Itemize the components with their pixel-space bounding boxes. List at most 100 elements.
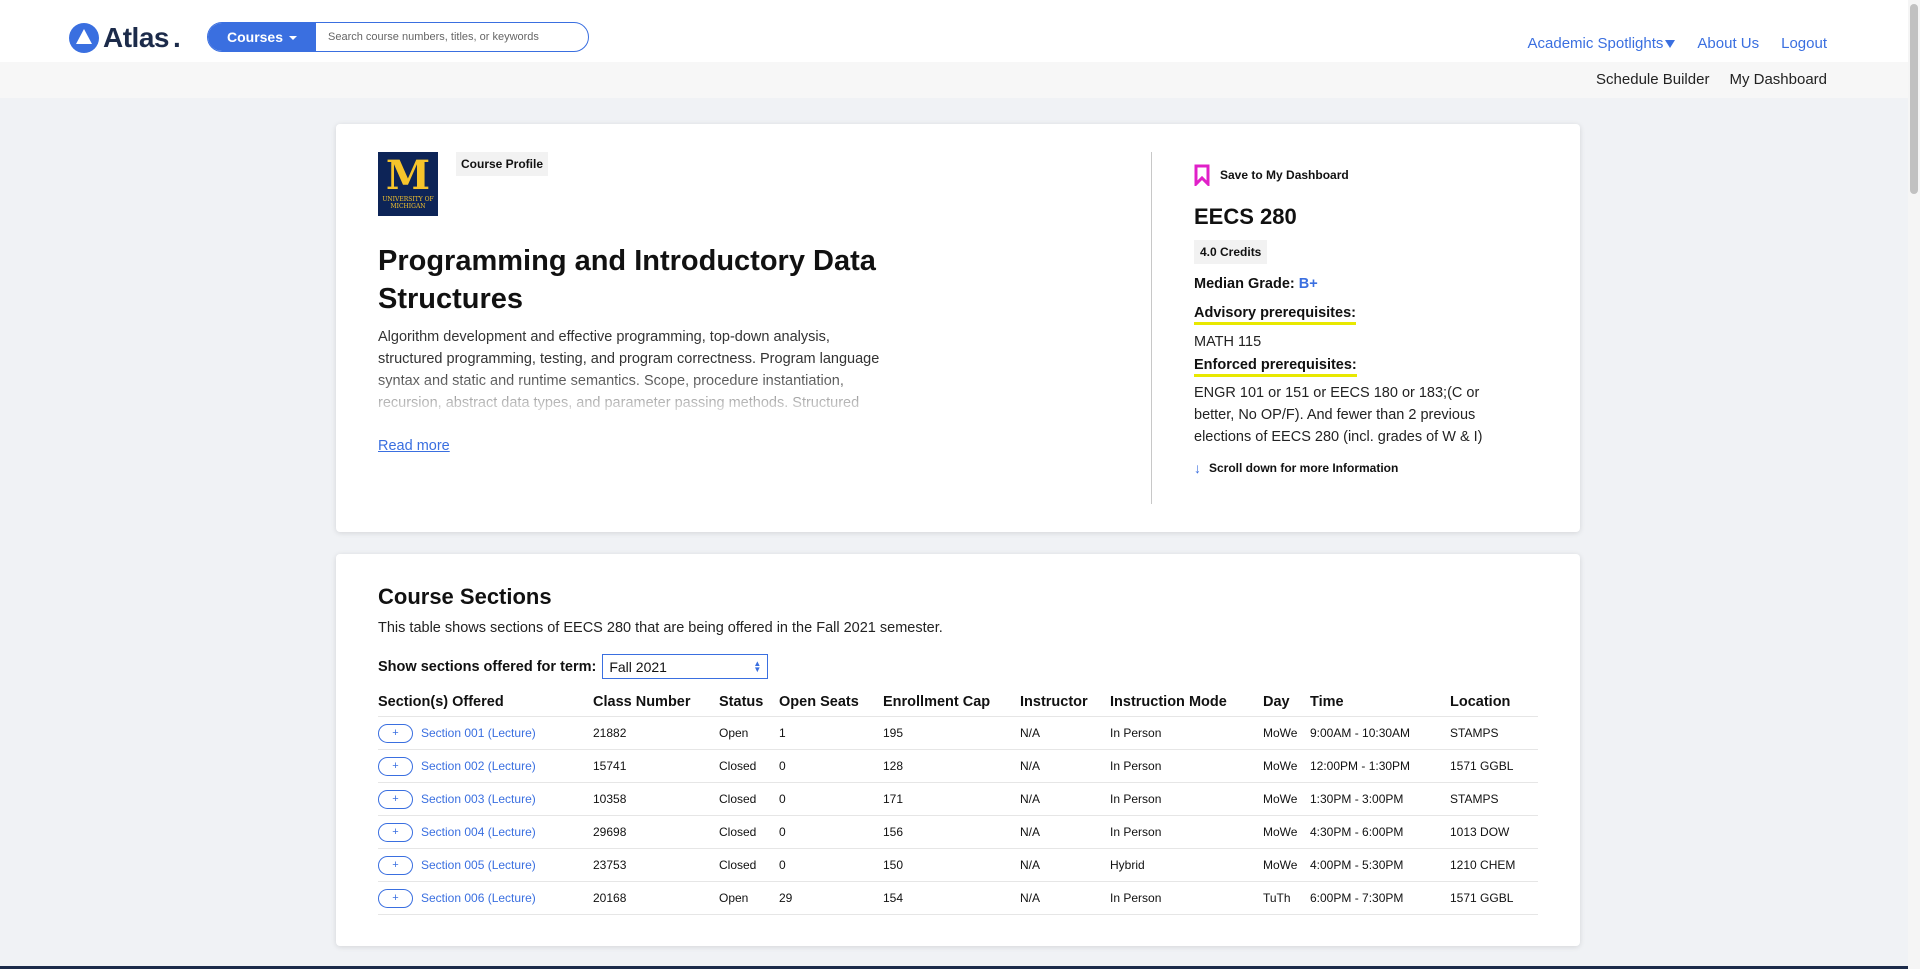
sections-description: This table shows sections of EECS 280 th…: [378, 620, 943, 636]
university-of-michigan-logo: M UNIVERSITY OF MICHIGAN: [378, 152, 438, 216]
day-cell: MoWe: [1263, 749, 1310, 783]
table-row: + Section 001 (Lecture) 21882 Open 1 195 …: [378, 716, 1538, 750]
atlas-logo-icon: [69, 23, 99, 53]
search-bar: Courses: [207, 22, 589, 52]
time-cell: 6:00PM - 7:30PM: [1310, 881, 1450, 915]
enrollment-cap-cell: 156: [883, 815, 1020, 849]
col-header-instruction-mode[interactable]: Instruction Mode: [1110, 690, 1263, 717]
col-header-open-seats[interactable]: Open Seats: [779, 690, 883, 717]
nav-schedule-builder[interactable]: Schedule Builder: [1596, 71, 1709, 88]
courses-dropdown-label: Courses: [226, 29, 284, 45]
section-label: Section 004 (Lecture): [421, 825, 536, 839]
status-cell: Closed: [719, 782, 779, 816]
section-cell: + Section 001 (Lecture): [378, 716, 593, 750]
median-grade-label: Median Grade:: [1194, 276, 1295, 292]
instructor-cell: N/A: [1020, 782, 1110, 816]
plus-icon[interactable]: +: [378, 789, 413, 809]
day-cell: MoWe: [1263, 782, 1310, 816]
status-cell: Closed: [719, 848, 779, 882]
col-header-time[interactable]: Time: [1310, 690, 1450, 717]
class-number-cell: 23753: [593, 848, 719, 882]
section-link[interactable]: + Section 002 (Lecture): [378, 756, 593, 776]
status-cell: Open: [719, 881, 779, 915]
open-seats-cell: 0: [779, 782, 883, 816]
instructor-cell: N/A: [1020, 716, 1110, 750]
nav-my-dashboard[interactable]: My Dashboard: [1729, 71, 1827, 88]
course-code: EECS 280: [1194, 204, 1297, 229]
col-header-day[interactable]: Day: [1263, 690, 1310, 717]
section-link[interactable]: + Section 004 (Lecture): [378, 822, 593, 842]
nav-academic-spotlights[interactable]: Academic Spotlights: [1528, 35, 1676, 52]
logo-subtext: UNIVERSITY OF MICHIGAN: [382, 196, 434, 210]
bookmark-icon: [1194, 164, 1210, 186]
instruction-mode-cell: In Person: [1110, 782, 1263, 816]
section-link[interactable]: + Section 001 (Lecture): [378, 723, 593, 743]
plus-icon[interactable]: +: [378, 822, 413, 842]
section-label: Section 001 (Lecture): [421, 726, 536, 740]
instructor-cell: N/A: [1020, 749, 1110, 783]
table-row: + Section 004 (Lecture) 29698 Closed 0 15…: [378, 815, 1538, 849]
col-header-location[interactable]: Location: [1450, 690, 1538, 717]
term-label: Show sections offered for term:: [378, 658, 597, 675]
location-cell: STAMPS: [1450, 716, 1538, 750]
search-input[interactable]: [316, 23, 588, 51]
table-row: + Section 003 (Lecture) 10358 Closed 0 17…: [378, 782, 1538, 816]
plus-icon[interactable]: +: [378, 723, 413, 743]
read-more-link[interactable]: Read more: [378, 438, 450, 454]
section-label: Section 005 (Lecture): [421, 858, 536, 872]
scrollbar-thumb[interactable]: [1910, 4, 1918, 194]
sections-title: Course Sections: [378, 584, 552, 609]
day-cell: MoWe: [1263, 815, 1310, 849]
instruction-mode-cell: In Person: [1110, 716, 1263, 750]
term-select-value: Fall 2021: [609, 658, 667, 675]
enforced-prereq-label: Enforced prerequisites:: [1194, 357, 1357, 377]
nav-about-us[interactable]: About Us: [1697, 35, 1759, 52]
instructor-cell: N/A: [1020, 881, 1110, 915]
nav-academic-spotlights-label: Academic Spotlights: [1527, 35, 1664, 52]
advisory-prereq-label: Advisory prerequisites:: [1194, 305, 1356, 325]
select-arrows-icon: ▲ ▼: [753, 658, 762, 674]
instruction-mode-cell: In Person: [1110, 749, 1263, 783]
col-header-class-number[interactable]: Class Number: [593, 690, 719, 717]
plus-icon[interactable]: +: [378, 756, 413, 776]
sub-nav: Schedule Builder My Dashboard: [1596, 71, 1827, 88]
plus-icon[interactable]: +: [378, 888, 413, 908]
advisory-prereq-value: MATH 115: [1194, 334, 1262, 350]
top-header: Atlas. Courses Academic Spotlights About…: [0, 0, 1920, 62]
day-cell: MoWe: [1263, 848, 1310, 882]
scroll-down-hint[interactable]: ↓ Scroll down for more Information: [1194, 460, 1398, 476]
col-header-section[interactable]: Section(s) Offered: [378, 690, 593, 717]
enforced-prereq-heading: Enforced prerequisites:: [1194, 356, 1357, 377]
class-number-cell: 29698: [593, 815, 719, 849]
class-number-cell: 15741: [593, 749, 719, 783]
section-cell: + Section 006 (Lecture): [378, 881, 593, 915]
col-header-enrollment-cap[interactable]: Enrollment Cap: [883, 690, 1020, 717]
section-label: Section 006 (Lecture): [421, 891, 536, 905]
instruction-mode-cell: In Person: [1110, 815, 1263, 849]
enforced-prereq-value: ENGR 101 or 151 or EECS 180 or 183;(C or…: [1194, 385, 1483, 445]
caret-down-icon: [1665, 40, 1676, 49]
section-label: Section 002 (Lecture): [421, 759, 536, 773]
section-link[interactable]: + Section 005 (Lecture): [378, 855, 593, 875]
plus-icon[interactable]: +: [378, 855, 413, 875]
scroll-hint-label: Scroll down for more Information: [1209, 461, 1399, 475]
section-link[interactable]: + Section 006 (Lecture): [378, 888, 593, 908]
page-scrollbar[interactable]: [1908, 0, 1920, 969]
col-header-status[interactable]: Status: [719, 690, 779, 717]
atlas-logo[interactable]: Atlas.: [69, 22, 181, 54]
section-cell: + Section 004 (Lecture): [378, 815, 593, 849]
section-label: Section 003 (Lecture): [421, 792, 536, 806]
term-select[interactable]: Fall 2021 ▲ ▼: [602, 654, 769, 679]
logo-text: Atlas: [103, 22, 169, 53]
arrow-down-icon: ↓: [1194, 460, 1201, 476]
courses-dropdown-button[interactable]: Courses: [208, 23, 316, 51]
location-cell: 1013 DOW: [1450, 815, 1538, 849]
credits-badge: 4.0 Credits: [1194, 240, 1268, 264]
save-to-dashboard-button[interactable]: Save to My Dashboard: [1194, 164, 1349, 186]
time-cell: 1:30PM - 3:00PM: [1310, 782, 1450, 816]
course-title: Programming and Introductory Data Struct…: [378, 245, 876, 315]
col-header-instructor[interactable]: Instructor: [1020, 690, 1110, 717]
section-link[interactable]: + Section 003 (Lecture): [378, 789, 593, 809]
status-cell: Closed: [719, 815, 779, 849]
nav-logout[interactable]: Logout: [1781, 35, 1827, 52]
